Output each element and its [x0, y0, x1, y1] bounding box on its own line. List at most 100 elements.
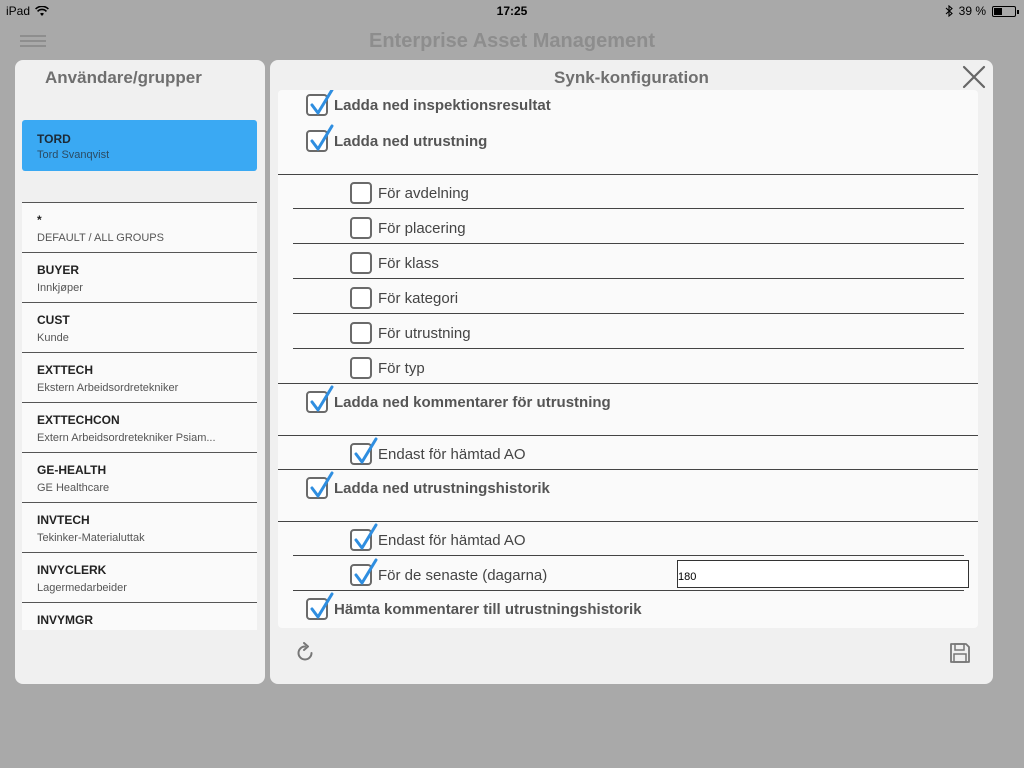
checkbox[interactable]: [350, 287, 372, 309]
selected-user[interactable]: TORD Tord Svanqvist: [22, 120, 257, 171]
group-desc: Ekstern Arbeidsordretekniker: [37, 382, 179, 394]
group-row[interactable]: GE-HEALTH GE Healthcare: [22, 453, 257, 503]
group-row[interactable]: INVYCLERK Lagermedarbeider: [22, 553, 257, 603]
option-label: Ladda ned utrustning: [334, 132, 488, 150]
checkbox[interactable]: [350, 252, 372, 274]
group-row[interactable]: BUYER Innkjøper: [22, 253, 257, 303]
divider: [278, 469, 978, 470]
checkmark-icon: [310, 471, 334, 498]
group-code: EXTTECH: [37, 363, 94, 377]
checkmark-icon: [354, 523, 378, 550]
option-download-inspection-results[interactable]: Ladda ned inspektionsresultat: [306, 90, 551, 116]
battery-icon: [992, 5, 1019, 17]
sync-config-title: Synk-konfiguration: [554, 68, 709, 87]
app-title: Enterprise Asset Management: [368, 30, 655, 52]
status-bar: iPad 17:25 39 %: [0, 0, 1024, 20]
divider: [293, 313, 964, 314]
checkbox[interactable]: [306, 385, 334, 413]
selected-user-code: TORD: [37, 132, 71, 146]
selected-user-name: Tord Svanqvist: [37, 149, 110, 161]
group-code: BUYER: [37, 263, 80, 277]
option-label: För typ: [378, 359, 425, 377]
divider: [293, 590, 964, 591]
option-for-equipment[interactable]: För utrustning: [350, 322, 471, 344]
option-for-category[interactable]: För kategori: [350, 287, 458, 309]
users-groups-panel: Användare/grupper TORD Tord Svanqvist * D…: [15, 60, 265, 684]
checkmark-icon: [310, 124, 334, 151]
group-row[interactable]: INVYMGR: [22, 603, 257, 630]
option-download-equipment[interactable]: Ladda ned utrustning: [306, 124, 488, 152]
divider: [293, 555, 964, 556]
group-row[interactable]: CUST Kunde: [22, 303, 257, 353]
close-icon[interactable]: [961, 64, 987, 90]
divider: [293, 243, 964, 244]
checkmark-icon: [310, 592, 334, 619]
group-desc: Tekinker-Materialuttak: [37, 532, 145, 544]
group-code: INVTECH: [37, 513, 90, 527]
group-row[interactable]: EXTTECHCON Extern Arbeidsordretekniker Ps…: [22, 403, 257, 453]
checkmark-icon: [354, 558, 378, 585]
status-time: 17:25: [496, 4, 528, 18]
checkbox[interactable]: [306, 90, 334, 116]
option-for-last-days[interactable]: För de senaste (dagarna): [350, 558, 547, 586]
option-for-location[interactable]: För placering: [350, 217, 466, 239]
option-label: Ladda ned kommentarer för utrustning: [334, 393, 611, 411]
option-for-class[interactable]: För klass: [350, 252, 439, 274]
checkbox[interactable]: [306, 592, 334, 620]
refresh-icon[interactable]: [294, 642, 316, 664]
option-label: Endast för hämtad AO: [378, 531, 526, 549]
option-comments-only-fetched-wo[interactable]: Endast för hämtad AO: [350, 437, 526, 465]
users-groups-title: Användare/grupper: [45, 68, 202, 87]
option-label: Hämta kommentarer till utrustningshistor…: [334, 600, 642, 618]
option-label: För placering: [378, 219, 466, 237]
sync-config-panel: Synk-konfiguration Ladda ned inspektions…: [270, 60, 993, 684]
group-desc: GE Healthcare: [37, 482, 110, 494]
divider: [278, 435, 978, 436]
group-list[interactable]: * DEFAULT / ALL GROUPS BUYER Innkjøper CUS…: [22, 202, 257, 630]
group-row[interactable]: INVTECH Tekinker-Materialuttak: [22, 503, 257, 553]
sync-options-list: Ladda ned inspektionsresultat Ladda ned …: [278, 90, 978, 628]
checkmark-icon: [310, 90, 334, 115]
option-for-type[interactable]: För typ: [350, 357, 425, 379]
battery-percent: 39 %: [958, 4, 986, 18]
group-code: INVYMGR: [37, 613, 94, 627]
option-label: Ladda ned inspektionsresultat: [334, 96, 551, 114]
option-label: För utrustning: [378, 324, 471, 342]
option-label: För klass: [378, 254, 439, 272]
divider: [293, 278, 964, 279]
checkbox[interactable]: [350, 322, 372, 344]
option-history-only-fetched-wo[interactable]: Endast för hämtad AO: [350, 523, 526, 551]
group-code: EXTTECHCON: [37, 413, 120, 427]
divider: [278, 174, 978, 175]
checkbox[interactable]: [350, 357, 372, 379]
bluetooth-icon: [945, 5, 953, 17]
group-code: INVYCLERK: [37, 563, 107, 577]
option-label: För kategori: [378, 289, 459, 307]
option-download-equipment-comments[interactable]: Ladda ned kommentarer för utrustning: [306, 385, 611, 413]
group-desc: Lagermedarbeider: [37, 582, 127, 594]
option-download-equipment-history[interactable]: Ladda ned utrustningshistorik: [306, 471, 550, 499]
divider: [278, 383, 978, 384]
days-input[interactable]: [677, 560, 969, 588]
checkbox[interactable]: [350, 523, 378, 551]
option-label: Ladda ned utrustningshistorik: [334, 479, 550, 497]
save-icon[interactable]: [949, 642, 971, 664]
checkbox[interactable]: [350, 437, 378, 465]
group-code: *: [37, 213, 42, 227]
group-code: CUST: [37, 313, 70, 327]
checkbox[interactable]: [306, 124, 334, 152]
group-code: GE-HEALTH: [37, 463, 107, 477]
group-desc: Kunde: [37, 332, 69, 344]
group-row[interactable]: * DEFAULT / ALL GROUPS: [22, 203, 257, 253]
checkbox[interactable]: [350, 182, 372, 204]
option-for-department[interactable]: För avdelning: [350, 182, 469, 204]
checkbox[interactable]: [350, 558, 378, 586]
checkbox[interactable]: [350, 217, 372, 239]
group-row[interactable]: EXTTECH Ekstern Arbeidsordretekniker: [22, 353, 257, 403]
group-desc: DEFAULT / ALL GROUPS: [37, 232, 164, 244]
checkbox[interactable]: [306, 471, 334, 499]
checkmark-icon: [310, 385, 334, 412]
divider: [278, 521, 978, 522]
option-fetch-history-comments[interactable]: Hämta kommentarer till utrustningshistor…: [306, 592, 642, 620]
checkmark-icon: [354, 437, 378, 464]
